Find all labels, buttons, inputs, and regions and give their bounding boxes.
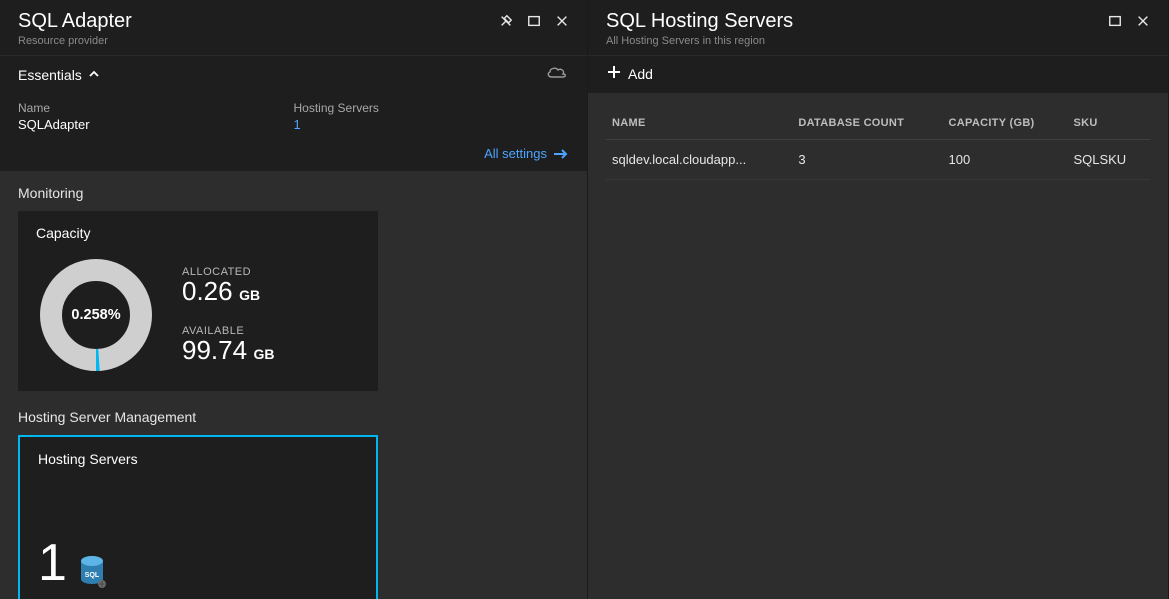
available-unit: GB (254, 346, 275, 362)
maximize-icon[interactable] (527, 14, 541, 28)
settings-row: All settings (0, 142, 587, 171)
maximize-icon[interactable] (1108, 14, 1122, 28)
cloud-icon (545, 64, 569, 85)
servers-table-wrap: NAME DATABASE COUNT CAPACITY (GB) SKU sq… (588, 93, 1168, 194)
hosting-servers-tile[interactable]: Hosting Servers 1 SQL (18, 435, 378, 599)
field-name-label: Name (18, 101, 294, 115)
field-name-value: SQLAdapter (18, 117, 294, 132)
servers-table: NAME DATABASE COUNT CAPACITY (GB) SKU sq… (606, 107, 1150, 180)
add-button[interactable]: Add (606, 64, 653, 83)
sql-database-icon: SQL (77, 555, 107, 589)
col-sku[interactable]: SKU (1067, 107, 1150, 140)
plus-icon (606, 64, 622, 83)
blade-subtitle: All Hosting Servers in this region (606, 35, 793, 47)
capacity-tile[interactable]: Capacity 0.258% ALLOCATED 0.26 (18, 211, 378, 391)
essentials-body: Name SQLAdapter Hosting Servers 1 (0, 95, 587, 142)
cell-dbcount: 3 (792, 140, 942, 180)
col-name[interactable]: NAME (606, 107, 792, 140)
content-area: Monitoring Capacity 0.258% ALLOCATED (0, 171, 587, 599)
hosting-tile-title: Hosting Servers (38, 451, 358, 467)
col-capacity[interactable]: CAPACITY (GB) (943, 107, 1068, 140)
blade-sql-hosting-servers: SQL Hosting Servers All Hosting Servers … (588, 0, 1169, 599)
chevron-up-icon (88, 67, 100, 83)
essentials-bar: Essentials (0, 55, 587, 95)
command-bar: Add (588, 55, 1168, 93)
monitoring-title: Monitoring (18, 185, 569, 201)
cell-capacity: 100 (943, 140, 1068, 180)
blade-title: SQL Adapter (18, 10, 132, 33)
allocated-unit: GB (239, 287, 260, 303)
add-label: Add (628, 66, 653, 82)
close-icon[interactable] (555, 14, 569, 28)
essentials-label: Essentials (18, 67, 82, 83)
hsm-title: Hosting Server Management (18, 409, 569, 425)
svg-text:SQL: SQL (85, 572, 100, 579)
blade-header: SQL Adapter Resource provider (0, 0, 587, 55)
blade-sql-adapter: SQL Adapter Resource provider Essentials (0, 0, 588, 599)
capacity-tile-title: Capacity (36, 225, 360, 241)
col-dbcount[interactable]: DATABASE COUNT (792, 107, 942, 140)
all-settings-link[interactable]: All settings (484, 146, 569, 161)
arrow-right-icon (553, 149, 569, 159)
pin-icon[interactable] (499, 14, 513, 28)
cell-sku: SQLSKU (1067, 140, 1150, 180)
allocated-value: 0.26 (182, 276, 233, 306)
field-hosting-label: Hosting Servers (294, 101, 570, 115)
blade-header: SQL Hosting Servers All Hosting Servers … (588, 0, 1168, 55)
field-hosting-value[interactable]: 1 (294, 117, 570, 132)
table-row[interactable]: sqldev.local.cloudapp...3100SQLSKU (606, 140, 1150, 180)
capacity-percent: 0.258% (36, 255, 156, 375)
hosting-count: 1 (38, 537, 67, 589)
close-icon[interactable] (1136, 14, 1150, 28)
essentials-toggle[interactable]: Essentials (18, 67, 100, 83)
blade-title: SQL Hosting Servers (606, 10, 793, 33)
all-settings-label: All settings (484, 146, 547, 161)
cell-name: sqldev.local.cloudapp... (606, 140, 792, 180)
capacity-donut-chart: 0.258% (36, 255, 156, 375)
blade-subtitle: Resource provider (18, 35, 132, 47)
available-value: 99.74 (182, 335, 247, 365)
